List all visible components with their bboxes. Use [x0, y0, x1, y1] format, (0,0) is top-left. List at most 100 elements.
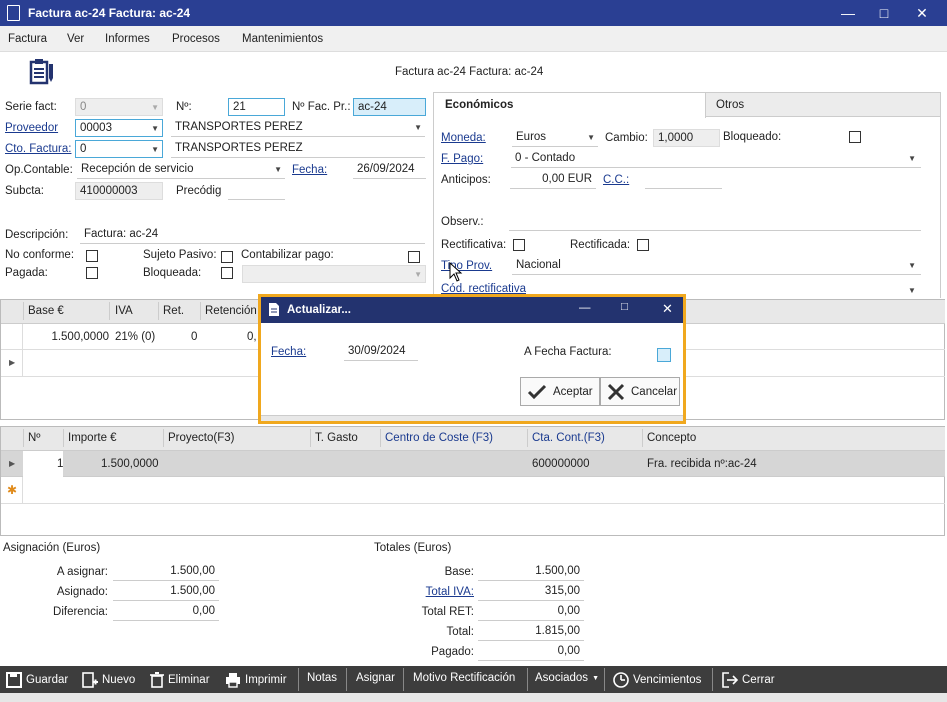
- ctofactura-name-field: TRANSPORTES PEREZ: [171, 140, 425, 158]
- dialog-maximize-button[interactable]: □: [621, 301, 628, 313]
- col-base[interactable]: Base €: [28, 305, 64, 317]
- subcta-label: Subcta:: [5, 185, 44, 197]
- contabilizar-checkbox[interactable]: [408, 251, 420, 263]
- fecha-link[interactable]: Fecha:: [292, 164, 327, 176]
- observ-label: Observ.:: [441, 216, 484, 228]
- asociados-button[interactable]: Asociados ▼: [535, 672, 599, 684]
- aceptar-button[interactable]: Aceptar: [520, 377, 600, 406]
- menu-bar: Factura Ver Informes Procesos Mantenimie…: [0, 26, 947, 52]
- col-proyecto[interactable]: Proyecto(F3): [168, 432, 234, 444]
- dialog-close-button[interactable]: ✕: [662, 301, 673, 317]
- ctofactura-link[interactable]: Cto. Factura:: [5, 143, 71, 155]
- col-importe[interactable]: Importe €: [68, 432, 117, 444]
- proveedor-name-field[interactable]: TRANSPORTES PEREZ ▼: [171, 119, 425, 137]
- nfac-field[interactable]: ac-24: [353, 98, 426, 116]
- tab-economicos[interactable]: Económicos: [434, 93, 706, 118]
- chevron-down-icon: ▼: [414, 270, 422, 279]
- col-num[interactable]: Nº: [28, 432, 41, 444]
- tab-otros[interactable]: Otros: [706, 93, 940, 117]
- serie-field[interactable]: 0 ▼: [75, 98, 163, 116]
- col-tgasto[interactable]: T. Gasto: [315, 432, 358, 444]
- asignar-button[interactable]: Asignar: [356, 672, 395, 684]
- menu-procesos[interactable]: Procesos: [172, 33, 220, 45]
- dialog-fecha-field[interactable]: 30/09/2024: [344, 343, 418, 361]
- fecha-field[interactable]: 26/09/2024: [353, 161, 426, 179]
- cc-link[interactable]: C.C.:: [603, 174, 629, 186]
- table-row[interactable]: ▶ 1 1.500,0000 600000000 Fra. recibida n…: [1, 451, 945, 477]
- status-strip: [0, 693, 947, 702]
- fpago-link[interactable]: F. Pago:: [441, 153, 483, 165]
- chevron-down-icon: ▼: [414, 123, 422, 132]
- proveedor-link[interactable]: Proveedor: [5, 122, 58, 134]
- col-iva[interactable]: IVA: [115, 305, 133, 317]
- ctofactura-field[interactable]: 0 ▼: [75, 140, 163, 158]
- minimize-button[interactable]: —: [830, 0, 866, 26]
- exit-icon: [722, 672, 738, 688]
- opcontable-field[interactable]: Recepción de servicio ▼: [77, 161, 285, 179]
- motivo-rectificacion-button[interactable]: Motivo Rectificación: [413, 672, 515, 684]
- invoice-icon: [28, 58, 53, 85]
- cell-retencion: 0,: [247, 331, 257, 343]
- asignar-label: Asignar: [356, 672, 395, 684]
- new-row[interactable]: ✱: [1, 477, 945, 504]
- cancelar-label: Cancelar: [631, 385, 678, 398]
- rectificada-checkbox[interactable]: [637, 239, 649, 251]
- pagado-value: 0,00: [557, 645, 580, 657]
- pagada-checkbox[interactable]: [86, 267, 98, 279]
- precodig-field[interactable]: [228, 182, 285, 200]
- noconforme-checkbox[interactable]: [86, 250, 98, 262]
- proveedor-name: TRANSPORTES PEREZ: [175, 121, 303, 133]
- cell-ret: 0: [191, 331, 198, 343]
- fpago-field[interactable]: 0 - Contado ▼: [511, 150, 921, 168]
- col-concepto[interactable]: Concepto: [647, 432, 696, 444]
- col-ctacont[interactable]: Cta. Cont.(F3): [532, 432, 605, 444]
- menu-ver[interactable]: Ver: [67, 33, 84, 45]
- notas-button[interactable]: Notas: [307, 672, 337, 684]
- nuevo-button[interactable]: Nuevo: [82, 672, 135, 688]
- anticipos-label: Anticipos:: [441, 174, 491, 186]
- descripcion-field[interactable]: Factura: ac-24: [80, 226, 425, 244]
- rectificativa-checkbox[interactable]: [513, 239, 525, 251]
- menu-factura[interactable]: Factura: [8, 33, 47, 45]
- bloqueada-checkbox[interactable]: [221, 267, 233, 279]
- guardar-button[interactable]: Guardar: [6, 672, 68, 688]
- menu-mantenimientos[interactable]: Mantenimientos: [242, 33, 323, 45]
- col-retencion[interactable]: Retención: [205, 305, 257, 317]
- opcontable-label: Op.Contable:: [5, 164, 73, 176]
- maximize-button[interactable]: □: [866, 0, 902, 26]
- total-iva-link[interactable]: Total IVA:: [426, 586, 474, 598]
- fecha-value: 26/09/2024: [357, 163, 415, 175]
- descripcion-value: Factura: ac-24: [84, 228, 159, 240]
- close-button[interactable]: ✕: [904, 0, 940, 26]
- tipoprov-field[interactable]: Nacional ▼: [512, 257, 921, 275]
- col-centrocoste[interactable]: Centro de Coste (F3): [385, 432, 493, 444]
- dialog-minimize-button[interactable]: —: [579, 302, 591, 314]
- cerrar-button[interactable]: Cerrar: [722, 672, 775, 688]
- contabilizar-label: Contabilizar pago:: [241, 249, 334, 261]
- divider: [22, 324, 23, 377]
- dialog-fecha-link[interactable]: Fecha:: [271, 346, 306, 358]
- moneda-field[interactable]: Euros ▼: [512, 129, 598, 147]
- proveedor-field[interactable]: 00003 ▼: [75, 119, 163, 137]
- anticipos-field[interactable]: 0,00 EUR: [510, 171, 596, 189]
- imprimir-button[interactable]: Imprimir: [225, 672, 287, 688]
- afecha-checkbox[interactable]: [657, 348, 671, 362]
- bloqueado-checkbox[interactable]: [849, 131, 861, 143]
- sujeto-label: Sujeto Pasivo:: [143, 249, 217, 261]
- num-field[interactable]: 21: [228, 98, 285, 116]
- proveedor-value: 00003: [80, 122, 112, 134]
- eliminar-button[interactable]: Eliminar: [150, 672, 210, 688]
- notas-label: Notas: [307, 672, 338, 684]
- col-ret[interactable]: Ret.: [163, 305, 184, 317]
- moneda-link[interactable]: Moneda:: [441, 132, 486, 144]
- cell-iva: 21% (0): [115, 331, 156, 343]
- vencimientos-button[interactable]: Vencimientos: [613, 672, 701, 688]
- lines-grid-header: Nº Importe € Proyecto(F3) T. Gasto Centr…: [1, 427, 945, 451]
- observ-field[interactable]: [509, 213, 921, 231]
- sujeto-checkbox[interactable]: [221, 251, 233, 263]
- num-value: 21: [233, 101, 246, 113]
- ret-value: 0,00: [557, 605, 580, 617]
- cc-field[interactable]: [645, 171, 722, 189]
- menu-informes[interactable]: Informes: [105, 33, 150, 45]
- cancelar-button[interactable]: Cancelar: [600, 377, 680, 406]
